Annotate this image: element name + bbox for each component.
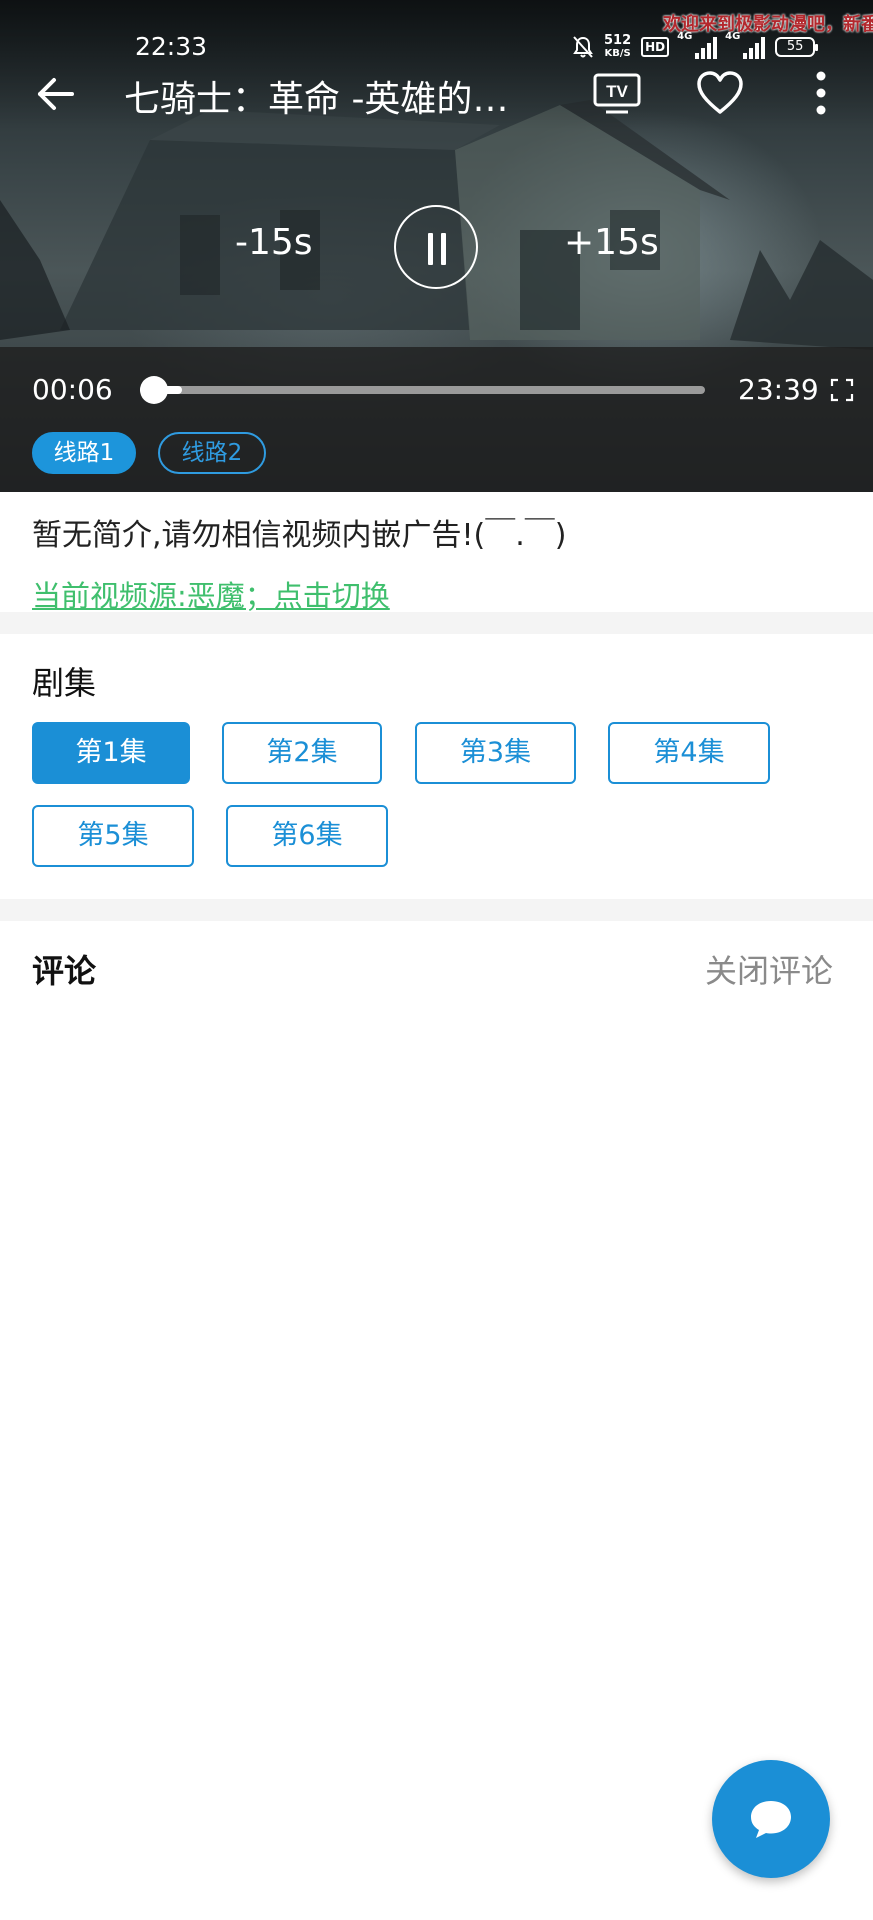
seek-back-button[interactable]: -15s: [235, 222, 313, 263]
net-speed-value: 512: [604, 33, 632, 48]
svg-text:TV: TV: [606, 82, 628, 101]
section-divider: [0, 899, 873, 921]
pause-button[interactable]: [394, 205, 478, 289]
fullscreen-button[interactable]: [830, 378, 854, 402]
line-1-button[interactable]: 线路1: [32, 432, 136, 474]
fullscreen-icon: [830, 378, 854, 402]
battery-icon: 55: [775, 37, 819, 57]
net-speed-unit: KB/S: [604, 48, 631, 59]
line-2-button[interactable]: 线路2: [158, 432, 266, 474]
tv-cast-button[interactable]: TV: [592, 72, 642, 116]
episodes-title: 剧集: [32, 664, 97, 702]
video-player[interactable]: 欢迎来到极影动漫吧，新番 22:33 512 KB/S HD 4G 4G 55 …: [0, 0, 873, 492]
episode-4-button[interactable]: 第4集: [608, 722, 770, 784]
comment-fab-button[interactable]: [712, 1760, 830, 1878]
signal-2-label: 4G: [725, 31, 741, 42]
tv-cast-icon: TV: [593, 73, 641, 114]
back-arrow-icon: [38, 78, 74, 110]
chat-bubble-icon: [751, 1801, 791, 1838]
switch-source-link[interactable]: 当前视频源:恶魔；点击切换: [32, 573, 390, 615]
seek-forward-button[interactable]: +15s: [564, 222, 659, 263]
bell-muted-icon: [573, 36, 593, 58]
player-controls-bar: [0, 347, 873, 492]
signal-icon: 4G: [725, 31, 766, 59]
status-time: 22:33: [135, 32, 208, 61]
favorite-button[interactable]: [695, 70, 745, 116]
signal-1-label: 4G: [677, 31, 693, 42]
more-vertical-icon: [816, 71, 826, 115]
description-text: 暂无简介,请勿相信视频内嵌广告!(￣.￣): [32, 518, 567, 553]
total-time: 23:39: [738, 373, 819, 406]
heart-icon: [697, 71, 743, 114]
close-comments-button[interactable]: 关闭评论: [705, 946, 833, 992]
episode-6-button[interactable]: 第6集: [226, 805, 388, 867]
seek-thumb[interactable]: [140, 376, 168, 404]
video-title: 七骑士：革命 -英雄的继承者-: [124, 79, 544, 120]
more-options-button[interactable]: [806, 70, 836, 116]
current-time: 00:06: [32, 373, 113, 406]
episode-1-button[interactable]: 第1集: [32, 722, 190, 784]
signal-icon: 4G: [677, 31, 718, 59]
progress-seekbar[interactable]: [140, 376, 705, 404]
net-speed: 512 KB/S: [604, 34, 631, 60]
comments-title: 评论: [32, 952, 97, 990]
hd-badge: HD: [641, 37, 670, 57]
status-icons: 512 KB/S HD 4G 4G 55: [572, 31, 819, 62]
episode-5-button[interactable]: 第5集: [32, 805, 194, 867]
back-button[interactable]: [30, 68, 82, 120]
episode-3-button[interactable]: 第3集: [415, 722, 576, 784]
episode-2-button[interactable]: 第2集: [222, 722, 382, 784]
section-divider: [0, 612, 873, 634]
